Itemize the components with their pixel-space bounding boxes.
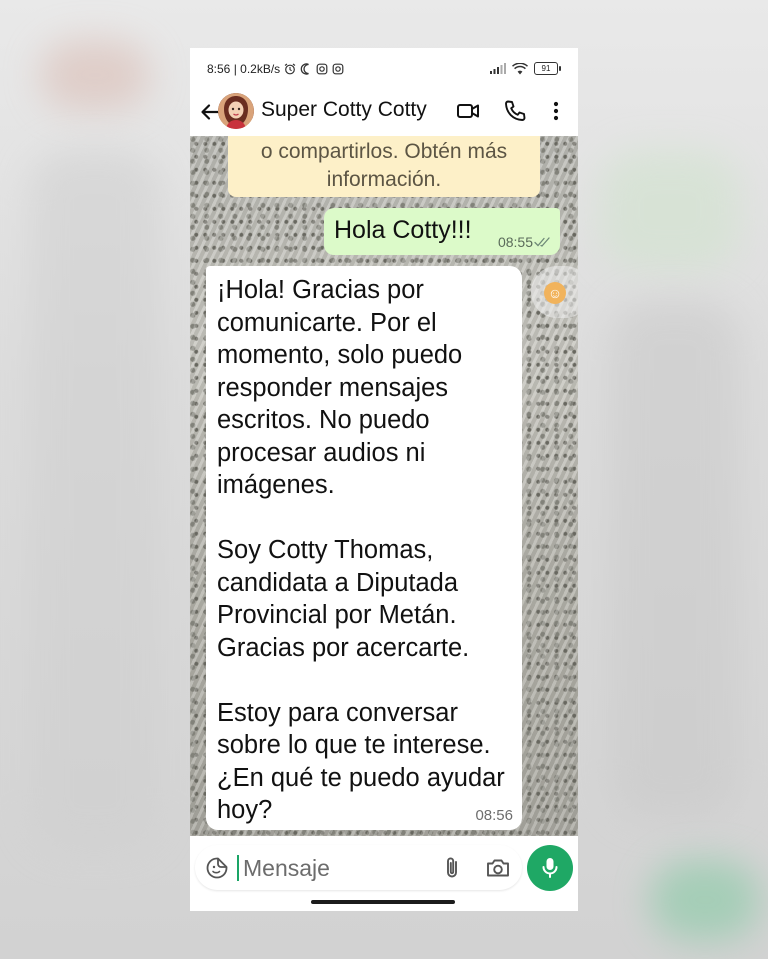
contact-name[interactable]: Super Cotty Cotty [261, 98, 427, 122]
status-bar: 8:56 | 0.2kB/s 91 [190, 48, 578, 86]
outgoing-message[interactable]: Hola Cotty!!! 08:55 [324, 208, 560, 255]
outgoing-message-time: 08:55 [497, 234, 533, 250]
phone-screen: 8:56 | 0.2kB/s 91 Super Cotty Cotty o co… [190, 48, 578, 911]
chat-area[interactable]: o compartirlos. Obtén más información. H… [190, 136, 578, 846]
message-composer[interactable] [195, 845, 522, 890]
camera-icon[interactable] [485, 856, 511, 880]
avatar-image [218, 93, 254, 129]
battery-icon: 91 [534, 62, 561, 75]
more-vert-icon[interactable] [543, 98, 569, 124]
home-indicator[interactable] [311, 900, 455, 904]
attach-icon[interactable] [441, 855, 463, 881]
signal-icon [490, 63, 506, 74]
incoming-message-text: ¡Hola! Gracias por comunicarte. Por el m… [217, 276, 505, 824]
video-call-icon[interactable] [455, 98, 481, 124]
incoming-message[interactable]: ¡Hola! Gracias por comunicarte. Por el m… [206, 266, 522, 830]
background-blur [30, 150, 160, 850]
avatar[interactable] [218, 93, 254, 129]
sticker-icon[interactable] [205, 856, 229, 880]
wifi-icon [512, 62, 528, 74]
mic-icon [542, 858, 558, 878]
instagram-icon [316, 63, 328, 75]
instagram-icon [332, 63, 344, 75]
reaction-button[interactable]: ☺ [531, 266, 578, 318]
incoming-message-time: 08:56 [475, 807, 513, 824]
outgoing-message-text: Hola Cotty!!! [334, 216, 472, 244]
phone-call-icon[interactable] [502, 98, 528, 124]
text-cursor [237, 855, 239, 881]
emoji-reaction-icon: ☺ [544, 282, 566, 304]
voice-message-button[interactable] [527, 845, 573, 891]
double-tick-icon [534, 237, 550, 247]
message-input[interactable] [241, 850, 425, 887]
chat-header: Super Cotty Cotty [190, 86, 578, 136]
background-blur [610, 300, 740, 820]
background-blur [600, 150, 740, 270]
status-time: 8:56 | 0.2kB/s [207, 62, 281, 76]
system-note[interactable]: o compartirlos. Obtén más información. [228, 136, 540, 197]
moon-icon [300, 63, 309, 75]
alarm-icon [284, 63, 296, 75]
background-blur [40, 40, 150, 110]
background-blur [650, 860, 760, 940]
